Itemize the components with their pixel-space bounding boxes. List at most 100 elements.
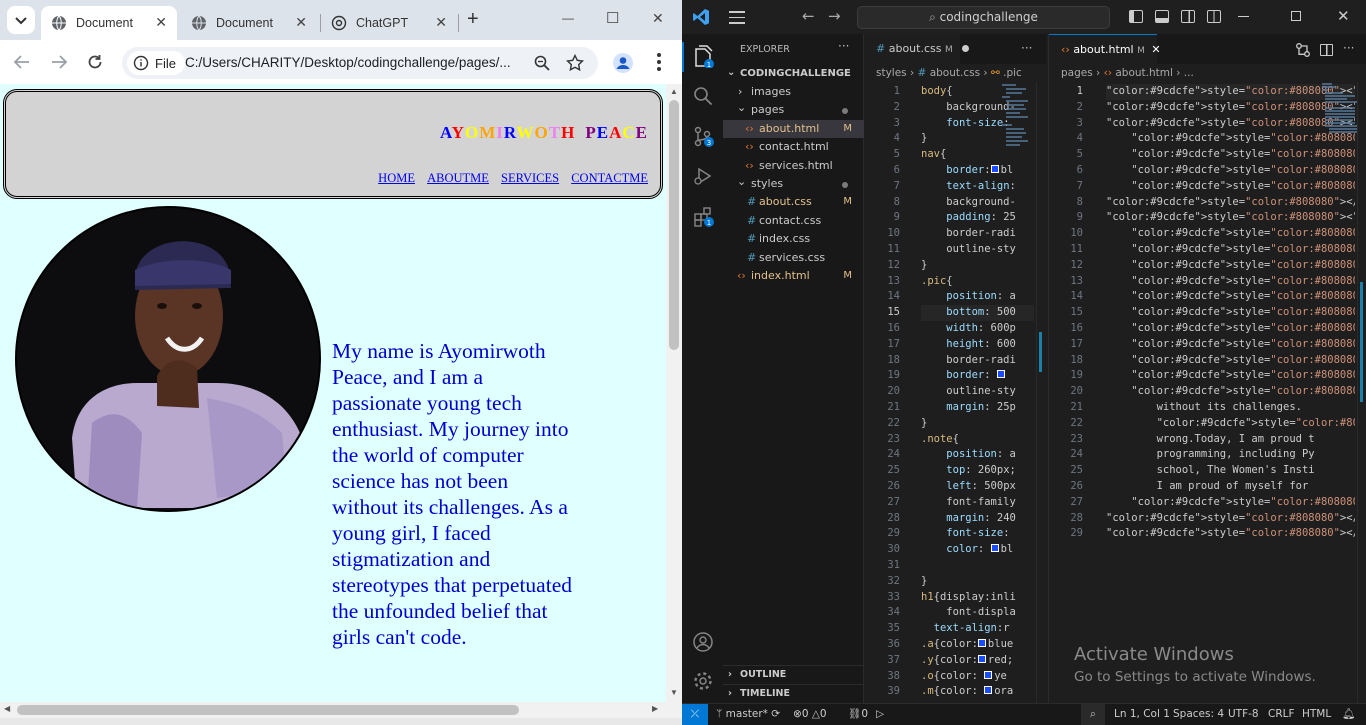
explorer-item[interactable]: ‹› services.html: [723, 157, 864, 175]
explorer-files-icon[interactable]: 1: [692, 44, 714, 68]
editor-scrollbar-css[interactable]: [1036, 82, 1046, 703]
url-text[interactable]: C:/Users/CHARITY/Desktop/codingchallenge…: [185, 55, 511, 70]
horizontal-scroll-thumb[interactable]: [17, 705, 519, 715]
vscode-close-button[interactable]: ✕: [1337, 7, 1350, 25]
end-of-line[interactable]: CRLF: [1268, 704, 1295, 725]
debug-icon[interactable]: ▷: [876, 704, 884, 725]
forward-arrow-icon[interactable]: [50, 54, 68, 70]
site-info-chip[interactable]: File: [127, 51, 185, 75]
bookmark-star-icon[interactable]: [566, 54, 584, 72]
encoding[interactable]: UTF-8: [1228, 704, 1259, 725]
breadcrumb-item[interactable]: ...: [1184, 67, 1194, 79]
command-center[interactable]: ⌕ codingchallenge: [857, 6, 1110, 29]
open-changes-icon[interactable]: [1295, 42, 1311, 58]
explorer-item[interactable]: # index.css: [723, 230, 864, 248]
close-window-button[interactable]: ✕: [652, 10, 664, 27]
minimize-button[interactable]: —: [562, 11, 574, 25]
editor-scrollbar-html[interactable]: [1357, 82, 1366, 703]
page-vertical-scrollbar[interactable]: ▲ ▼: [666, 84, 682, 702]
nav-link-services[interactable]: SERVICES: [501, 171, 559, 185]
explorer-root-folder[interactable]: ⌄ CODINGCHALLENGE: [723, 65, 864, 83]
line-number: 6: [893, 164, 900, 176]
nav-forward-icon[interactable]: →: [828, 7, 841, 25]
nav-link-aboutme[interactable]: ABOUTME: [427, 171, 489, 185]
address-bar[interactable]: File C:/Users/CHARITY/Desktop/codingchal…: [122, 47, 598, 79]
page-horizontal-scrollbar[interactable]: ◀ ▶: [0, 702, 682, 718]
editor-tab-about-html[interactable]: ‹› about.html M ✕: [1049, 34, 1161, 64]
run-debug-icon[interactable]: [693, 166, 713, 186]
vscode-maximize-button[interactable]: [1291, 11, 1301, 21]
minimap-html[interactable]: [1321, 82, 1357, 162]
close-tab-icon[interactable]: ✕: [155, 14, 167, 31]
nav-back-icon[interactable]: ←: [802, 7, 815, 25]
close-tab-icon[interactable]: ✕: [295, 14, 307, 31]
outline-section[interactable]: › OUTLINE: [723, 665, 864, 683]
vscode-minimize-button[interactable]: [1238, 16, 1249, 17]
new-tab-button[interactable]: +: [467, 8, 479, 31]
maximize-button[interactable]: ☐: [606, 9, 619, 27]
toggle-sidebar-icon[interactable]: [1129, 10, 1143, 23]
source-control-icon[interactable]: 3: [693, 126, 715, 148]
breadcrumb-item[interactable]: styles: [876, 67, 907, 79]
sync-icon[interactable]: ⟳: [771, 708, 780, 720]
tab-document[interactable]: Document ✕: [181, 6, 317, 40]
explorer-item[interactable]: ⌄ styles: [723, 175, 864, 193]
explorer-item[interactable]: ‹› contact.html: [723, 138, 864, 156]
customize-layout-icon[interactable]: [1207, 10, 1221, 23]
language-mode[interactable]: HTML: [1302, 704, 1331, 725]
line-number: 9: [1076, 211, 1083, 224]
close-tab-icon[interactable]: ✕: [1151, 43, 1160, 56]
line-number: 12: [887, 258, 900, 271]
branch-indicator[interactable]: ᛘ master* ⟳: [716, 704, 780, 725]
editor-more-actions-icon[interactable]: ···: [1021, 41, 1032, 55]
reload-icon[interactable]: [86, 53, 104, 71]
unsaved-dot-icon[interactable]: [962, 45, 970, 52]
problems-indicator[interactable]: ⊗0 △0: [793, 704, 827, 725]
breadcrumb-item[interactable]: about.html: [1115, 67, 1173, 79]
back-arrow-icon[interactable]: [13, 54, 31, 70]
ports-indicator[interactable]: ⛓0: [848, 704, 868, 725]
indentation[interactable]: Spaces: 4: [1173, 704, 1224, 725]
tab-search-button[interactable]: [7, 6, 35, 34]
close-tab-icon[interactable]: ✕: [435, 14, 447, 31]
tab-chatgpt[interactable]: ChatGPT ✕: [321, 6, 457, 40]
breadcrumb-item[interactable]: .pic: [1003, 67, 1022, 79]
chevron-right-icon: ›: [983, 67, 991, 79]
vertical-scroll-thumb[interactable]: [669, 100, 679, 350]
nav-title-letter: M: [479, 123, 497, 142]
explorer-item[interactable]: ‹› about.html M: [723, 119, 864, 138]
explorer-more-actions-icon[interactable]: ···: [838, 39, 849, 53]
nav-link-contactme[interactable]: CONTACTME: [571, 171, 648, 185]
explorer-item[interactable]: › images: [723, 83, 864, 101]
cursor-position[interactable]: Ln 1, Col 1: [1114, 704, 1170, 725]
manage-gear-icon[interactable]: [692, 670, 714, 692]
editor-tab-about-css[interactable]: # about.css M: [864, 34, 970, 64]
extensions-icon[interactable]: 1: [693, 206, 715, 228]
editor-more-actions-icon[interactable]: ···: [1343, 41, 1354, 55]
minimap-css[interactable]: [1000, 82, 1030, 703]
tab-document-active[interactable]: Document ✕: [41, 6, 177, 40]
search-status-icon[interactable]: ⌕: [1081, 704, 1105, 725]
toggle-secondary-sidebar-icon[interactable]: [1181, 10, 1195, 23]
toggle-panel-icon[interactable]: [1155, 10, 1169, 23]
code-editor-html[interactable]: 1 "color:#9cdcfe">style="color:#808080"><…: [1049, 82, 1366, 703]
nav-link-home[interactable]: HOME: [378, 171, 415, 185]
breadcrumb-item[interactable]: about.css: [930, 67, 980, 79]
account-icon[interactable]: [692, 631, 714, 653]
zoom-icon[interactable]: [534, 55, 550, 71]
explorer-item[interactable]: # about.css M: [723, 193, 864, 211]
search-icon[interactable]: [693, 86, 713, 106]
split-editor-icon[interactable]: [1320, 44, 1333, 56]
remote-indicator-icon[interactable]: ⤫: [682, 704, 708, 725]
explorer-item[interactable]: # services.css: [723, 249, 864, 267]
nav-title: AYOMIRWOTH PEACE: [440, 123, 648, 143]
explorer-item[interactable]: # contact.css: [723, 212, 864, 230]
profile-avatar-icon[interactable]: [612, 52, 634, 74]
explorer-item[interactable]: ‹› index.html M: [723, 267, 864, 285]
browser-menu-icon[interactable]: [657, 53, 661, 71]
menu-hamburger-icon[interactable]: [729, 11, 745, 24]
notifications-bell-icon[interactable]: 🔔︎: [1342, 704, 1355, 725]
timeline-section[interactable]: › TIMELINE: [723, 684, 864, 702]
breadcrumb-item[interactable]: pages: [1061, 67, 1093, 79]
explorer-item[interactable]: ⌄ pages: [723, 101, 864, 119]
